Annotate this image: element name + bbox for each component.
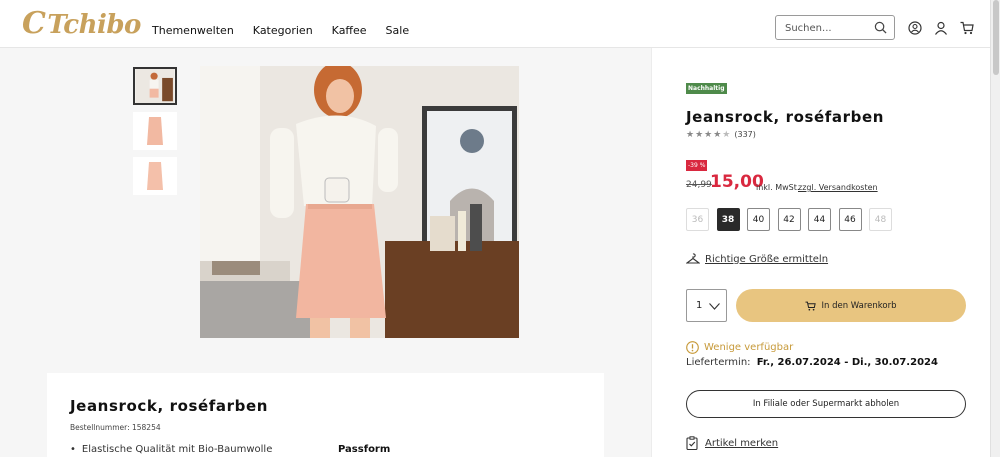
cart-icon (805, 301, 817, 311)
gallery-thumbnails (133, 67, 177, 202)
add-to-cart-button[interactable]: In den Warenkorb (736, 289, 966, 322)
delivery-date: Liefertermin: Fr., 26.07.2024 - Di., 30.… (686, 357, 938, 368)
rating-stars-icon: ★★★★★ (686, 130, 732, 140)
user-icon[interactable] (934, 21, 948, 35)
size-option-42[interactable]: 42 (777, 208, 801, 231)
product-title: Jeansrock, roséfarben (686, 108, 885, 126)
size-option-44[interactable]: 44 (808, 208, 831, 231)
thumbnail-skirt-back[interactable] (133, 157, 177, 195)
nav-item-themenwelten[interactable]: Themenwelten (152, 24, 234, 37)
product-main-image[interactable] (200, 66, 519, 338)
size-finder-label: Richtige Größe ermitteln (705, 253, 829, 265)
delivery-label: Liefertermin: (686, 357, 751, 368)
availability-text: Wenige verfügbar (704, 342, 794, 353)
search-box (775, 15, 895, 40)
shipping-cost-link[interactable]: zzgl. Versandkosten (798, 183, 878, 192)
quantity-value: 1 (696, 300, 703, 311)
size-option-40[interactable]: 40 (747, 208, 770, 231)
cart-icon[interactable] (960, 21, 974, 35)
old-price: 24,99 (686, 180, 712, 190)
tchibo-logo[interactable]: CTchibo (22, 6, 141, 41)
rating-count: (337) (734, 130, 756, 139)
availability-status: Wenige verfügbar (686, 341, 793, 354)
size-option-36[interactable]: 36 (686, 208, 709, 231)
sustainable-badge: Nachhaltig (686, 83, 727, 94)
site-header: CTchibo Themenwelten Kategorien Kaffee S… (0, 0, 990, 48)
rating[interactable]: ★★★★★ (337) (686, 130, 756, 140)
quantity-select[interactable]: 1 (686, 289, 727, 322)
store-pickup-button[interactable]: In Filiale oder Supermarkt abholen (686, 390, 966, 418)
nav-item-kategorien[interactable]: Kategorien (253, 24, 313, 37)
clipboard-check-icon (686, 436, 698, 450)
add-to-cart-label: In den Warenkorb (821, 300, 897, 311)
size-finder-link[interactable]: Richtige Größe ermitteln (686, 253, 828, 265)
coffee-account-icon[interactable] (908, 21, 922, 35)
info-icon (686, 341, 699, 354)
delivery-dates: Fr., 26.07.2024 - Di., 30.07.2024 (756, 357, 938, 368)
article-number: Bestellnummer: 158254 (70, 423, 161, 432)
search-input[interactable] (776, 17, 866, 40)
description-title: Jeansrock, roséfarben (70, 397, 269, 415)
fit-section-heading: Passform (338, 444, 391, 455)
size-option-48[interactable]: 48 (869, 208, 892, 231)
hanger-icon (686, 253, 700, 264)
main-nav: Themenwelten Kategorien Kaffee Sale (152, 24, 428, 37)
size-option-46[interactable]: 46 (838, 208, 862, 231)
page-scrollbar[interactable] (990, 0, 1000, 457)
nav-item-sale[interactable]: Sale (386, 24, 410, 37)
thumbnail-skirt-front[interactable] (133, 112, 177, 150)
nav-item-kaffee[interactable]: Kaffee (332, 24, 367, 37)
chevron-down-icon (709, 303, 720, 310)
wishlist-label: Artikel merken (705, 437, 779, 449)
size-option-38[interactable]: 38 (716, 208, 740, 231)
search-icon[interactable] (874, 21, 887, 34)
scrollbar-thumb[interactable] (993, 0, 999, 75)
feature-bullet: Elastische Qualität mit Bio-Baumwolle (70, 444, 272, 455)
wishlist-link[interactable]: Artikel merken (686, 436, 778, 450)
vat-note: inkl. MwSt. (756, 183, 800, 192)
discount-badge: -39 % (686, 160, 708, 171)
thumbnail-model[interactable] (133, 67, 177, 105)
size-selector: 36 38 40 42 44 46 48 (686, 208, 900, 231)
